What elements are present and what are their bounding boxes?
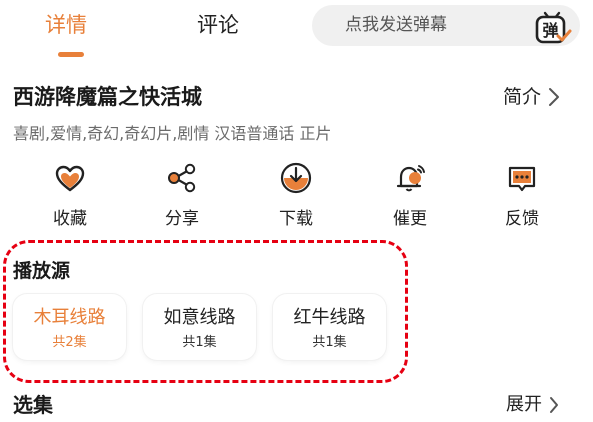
intro-link[interactable]: 简介 (503, 83, 561, 111)
tab-comment[interactable]: 评论 (197, 10, 239, 40)
tab-detail-indicator (58, 52, 84, 57)
share-label: 分享 (165, 209, 199, 229)
tab-detail[interactable]: 详情 (45, 10, 87, 40)
chevron-right-icon (550, 397, 558, 413)
danmaku-placeholder: 点我发送弹幕 (345, 15, 447, 35)
danmaku-input[interactable]: 点我发送弹幕 弹 (312, 5, 580, 46)
route-name: 如意线路 (163, 307, 236, 328)
download-label: 下载 (279, 209, 313, 229)
route-count: 共1集 (182, 335, 217, 350)
route-name: 木耳线路 (33, 307, 106, 328)
movie-tags: 喜剧,爱情,奇幻,奇幻片,剧情 汉语普通话 正片 (13, 124, 332, 143)
chevron-right-icon (549, 88, 560, 106)
route-count: 共2集 (52, 335, 87, 350)
expand-label: 展开 (506, 394, 542, 415)
share-icon (168, 163, 196, 193)
action-bar: 收藏 分享 下载 催更 反馈 (0, 160, 593, 240)
share-button[interactable]: 分享 (142, 160, 222, 230)
download-button[interactable]: 下载 (256, 160, 336, 230)
route-muer[interactable]: 木耳线路 共2集 (13, 294, 126, 360)
favorite-button[interactable]: 收藏 (30, 160, 110, 230)
remind-update-button[interactable]: 催更 (370, 160, 450, 230)
feedback-label: 反馈 (505, 209, 539, 229)
route-ruyi[interactable]: 如意线路 共1集 (143, 294, 256, 360)
route-count: 共1集 (312, 335, 347, 350)
favorite-label: 收藏 (53, 209, 87, 229)
movie-title: 西游降魔篇之快活城 (13, 85, 202, 109)
danmaku-icon-text: 弹 (542, 21, 558, 40)
expand-episodes-button[interactable]: 展开 (506, 392, 560, 418)
download-icon (280, 162, 312, 194)
feedback-button[interactable]: 反馈 (482, 160, 562, 230)
route-name: 红牛线路 (293, 307, 366, 328)
remind-update-label: 催更 (393, 209, 427, 229)
heart-icon (55, 165, 85, 192)
danmaku-icon[interactable]: 弹 (532, 7, 572, 47)
episodes-heading: 选集 (13, 393, 53, 417)
route-hongniu[interactable]: 红牛线路 共1集 (273, 294, 386, 360)
intro-label: 简介 (503, 86, 542, 108)
top-tabs: 详情 评论 点我发送弹幕 弹 (0, 0, 593, 60)
feedback-icon (508, 166, 536, 192)
bell-icon (396, 165, 425, 192)
source-heading: 播放源 (13, 260, 71, 282)
